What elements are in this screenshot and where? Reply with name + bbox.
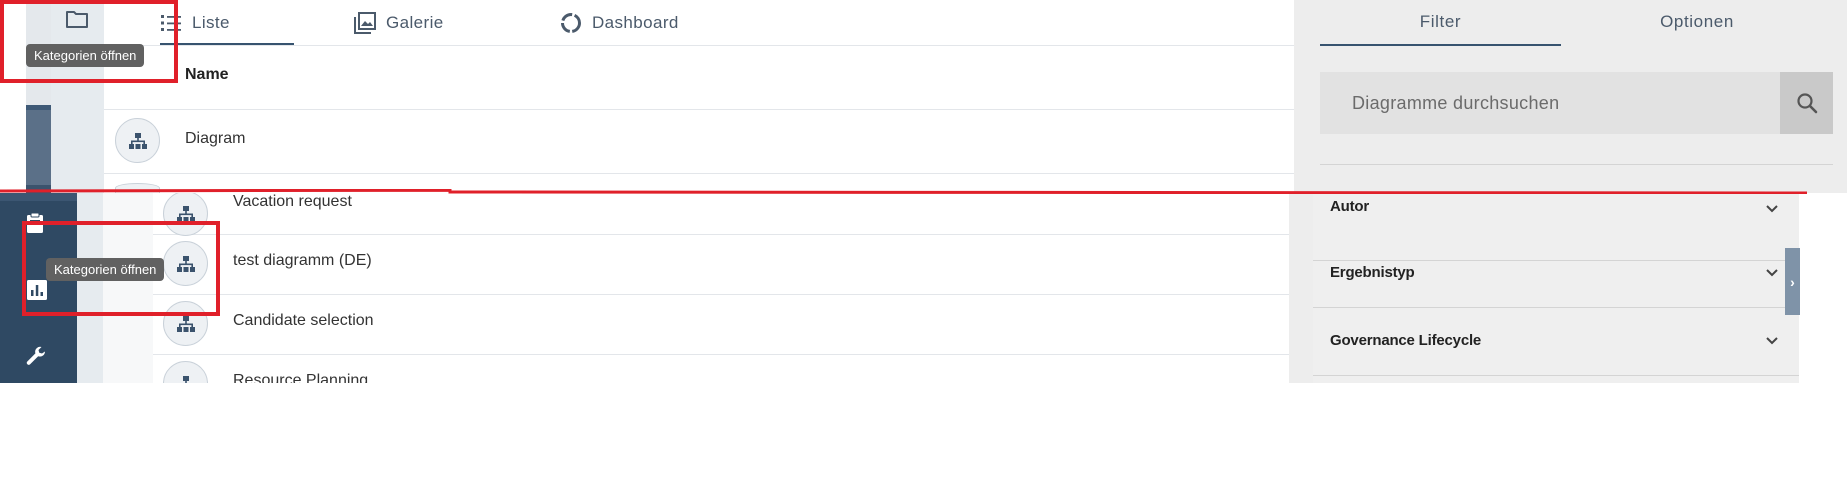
row-divider [153, 234, 1289, 235]
view-tabs: Liste Galerie Dashboard [104, 0, 1294, 46]
chevron-down-icon [1766, 269, 1778, 277]
annotation-highlight-box [22, 221, 220, 316]
annotation-highlight-box [0, 0, 178, 83]
chevron-down-icon [1766, 337, 1778, 345]
chevron-down-icon [1766, 205, 1778, 213]
tab-dashboard[interactable]: Dashboard [560, 0, 679, 46]
row-divider [104, 109, 1294, 110]
list-item-title[interactable]: Vacation request [233, 193, 352, 211]
diagram-icon [163, 361, 208, 383]
search-icon [1796, 93, 1817, 114]
wrench-icon[interactable] [24, 345, 48, 369]
bottom-screenshot-pane: Vacation request test diagramm (DE) Cand… [0, 193, 1847, 383]
column-header-name[interactable]: Name [185, 66, 229, 84]
tab-galerie-label: Galerie [386, 13, 444, 32]
tab-dashboard-label: Dashboard [592, 13, 679, 32]
accordion-governance-lifecycle[interactable]: Governance Lifecycle [1313, 308, 1799, 376]
accordion-label: Governance Lifecycle [1330, 332, 1482, 349]
filter-divider [1320, 164, 1833, 165]
tab-filter[interactable]: Filter [1320, 0, 1561, 44]
dashboard-icon [561, 13, 581, 33]
row-divider [104, 173, 1294, 174]
tab-galerie[interactable]: Galerie [354, 0, 444, 46]
accordion-label: Autor [1330, 198, 1369, 215]
diagram-icon [115, 118, 160, 163]
top-screenshot-pane: Liste Galerie Dashboard Name Diagram Fil… [0, 0, 1847, 193]
active-tab-indicator [160, 43, 294, 45]
row-divider [153, 294, 1289, 295]
list-item-title[interactable]: Resource Planning [233, 372, 368, 383]
accordion-label: Ergebnistyp [1330, 264, 1415, 281]
gallery-icon [354, 12, 376, 34]
active-filter-tab-indicator [1320, 44, 1561, 46]
diagram-search-input[interactable]: Diagramme durchsuchen [1320, 72, 1780, 134]
list-item-title[interactable]: Candidate selection [233, 312, 374, 330]
list-item-title[interactable]: test diagramm (DE) [233, 252, 372, 270]
panel-expand-handle[interactable]: › [1785, 248, 1800, 315]
search-button[interactable] [1780, 72, 1833, 134]
list-item-title[interactable]: Diagram [185, 130, 245, 148]
annotation-separator-line [0, 189, 1807, 194]
row-divider [153, 354, 1289, 355]
tab-optionen[interactable]: Optionen [1561, 0, 1833, 44]
accordion-ergebnistyp[interactable]: Ergebnistyp [1313, 240, 1799, 308]
tab-liste-label: Liste [192, 13, 230, 32]
